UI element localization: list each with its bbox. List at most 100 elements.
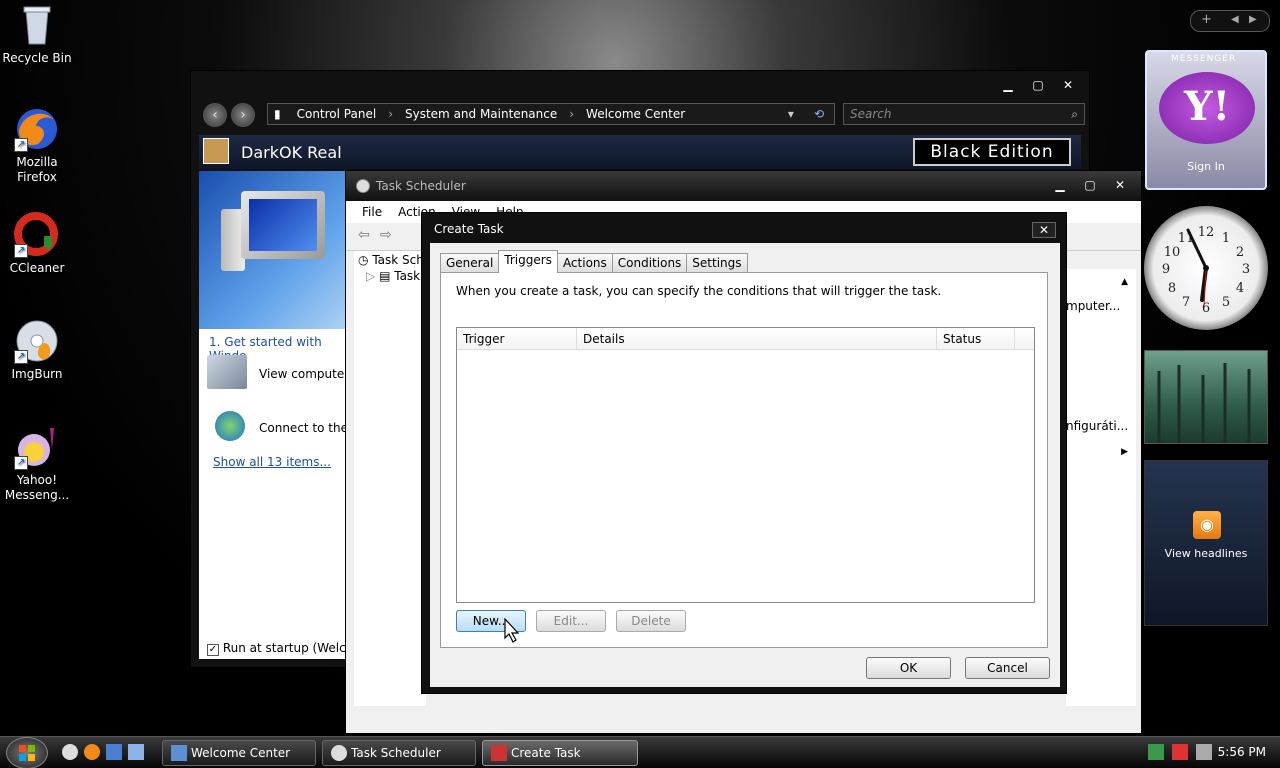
tab-actions[interactable]: Actions (556, 253, 613, 273)
triggers-description: When you create a task, you can specify … (456, 284, 942, 298)
actions-pane-item[interactable]: nfiguráti... (1066, 419, 1128, 433)
welcome-item-view-computer[interactable]: View computer d (207, 355, 361, 391)
column-details[interactable]: Details (577, 328, 937, 349)
close-button[interactable]: ✕ (1055, 77, 1081, 93)
breadcrumb[interactable]: ▮ Control Panel › System and Maintenance… (267, 103, 835, 125)
sign-in-link[interactable]: Sign In (1147, 160, 1265, 173)
tree-item-task-scheduler[interactable]: ◷ Task Sch (354, 251, 426, 267)
column-status[interactable]: Status (937, 328, 1015, 349)
desktop-icon-label: CCleaner (9, 261, 65, 275)
close-button[interactable]: ✕ (1107, 177, 1133, 193)
back-button[interactable]: ‹ (203, 103, 227, 127)
svg-text:5: 5 (1222, 295, 1230, 310)
search-input[interactable]: Search ⌕ (843, 103, 1085, 125)
clock-gadget[interactable]: 12 1 2 345 678 9 10 11 (1144, 206, 1268, 330)
desktop-icon-firefox[interactable]: ↗ Mozilla Firefox (0, 106, 74, 185)
show-desktop-icon[interactable] (106, 744, 122, 760)
edit-trigger-button[interactable]: Edit... (536, 610, 606, 632)
ok-button[interactable]: OK (866, 657, 951, 679)
tab-settings[interactable]: Settings (686, 253, 748, 273)
dialog-title: Create Task (434, 222, 504, 236)
tree-item-task-library[interactable]: ▷ ▤ Task (354, 267, 426, 283)
column-trigger[interactable]: Trigger (457, 328, 577, 349)
cancel-button[interactable]: Cancel (965, 657, 1050, 679)
create-task-dialog[interactable]: Create Task ✕ General Triggers Actions C… (421, 212, 1067, 694)
close-button[interactable]: ✕ (1032, 222, 1056, 238)
maximize-button[interactable]: ▢ (1077, 177, 1103, 193)
folder-icon (171, 745, 187, 761)
clock-time[interactable]: 5:56 PM (1218, 745, 1266, 759)
svg-text:4: 4 (1236, 281, 1244, 296)
start-button[interactable] (6, 737, 48, 768)
add-gadget-icon[interactable]: + (1201, 12, 1212, 27)
yahoo-messenger-gadget[interactable]: MESSENGER Y! Sign In (1145, 50, 1267, 190)
menu-file[interactable]: File (362, 205, 382, 219)
tab-conditions[interactable]: Conditions (611, 253, 688, 273)
window-controls: ▁ ▢ ✕ (1047, 177, 1133, 193)
desktop-icon-label: Yahoo! Messeng... (4, 473, 70, 502)
taskbar-button-task-scheduler[interactable]: Task Scheduler (322, 740, 476, 766)
submenu-arrow-icon[interactable]: ▶ (1121, 447, 1128, 457)
back-arrow-icon[interactable]: ⇦ (358, 227, 370, 243)
taskbar-button-create-task[interactable]: Create Task (482, 740, 638, 766)
chrome-icon[interactable] (62, 744, 78, 760)
maximize-button[interactable]: ▢ (1025, 77, 1051, 93)
system-tray (1148, 744, 1212, 760)
desktop-icon-yahoo-messenger[interactable]: ↗ Yahoo! Messeng... (0, 424, 74, 503)
svg-text:6: 6 (1202, 301, 1210, 316)
view-headlines-link[interactable]: View headlines (1145, 547, 1267, 560)
triggers-list[interactable]: Trigger Details Status (456, 327, 1035, 603)
recycle-bin-icon (14, 2, 60, 48)
task-scheduler-titlebar[interactable]: Task Scheduler ▁ ▢ ✕ (346, 171, 1141, 201)
desktop-icon-recycle-bin[interactable]: Recycle Bin (0, 2, 74, 66)
search-icon[interactable]: ⌕ (1071, 104, 1078, 124)
tab-general[interactable]: General (440, 253, 500, 273)
minimize-button[interactable]: ▁ (1047, 177, 1073, 193)
previous-icon[interactable]: ◀ (1231, 14, 1239, 25)
feed-headlines-gadget[interactable]: ◉ View headlines (1144, 460, 1268, 626)
svg-text:10: 10 (1164, 245, 1181, 260)
switch-windows-icon[interactable] (128, 744, 144, 760)
triggers-panel: When you create a task, you can specify … (440, 272, 1048, 648)
shortcut-arrow-icon: ↗ (14, 138, 28, 152)
clock-face-icon: 12 12 345 678 91011 (1162, 225, 1250, 316)
run-at-startup-checkbox[interactable]: ✓ Run at startup (Welcom (207, 641, 365, 656)
quick-launch (62, 744, 144, 760)
welcome-content: 1. Get started with Windo View computer … (199, 171, 365, 659)
desktop-icon-imgburn[interactable]: ↗ ImgBurn (0, 318, 74, 382)
scroll-up-icon[interactable]: ▲ (1121, 277, 1128, 287)
breadcrumb-control-panel[interactable]: Control Panel (287, 107, 387, 121)
slideshow-gadget[interactable] (1144, 350, 1268, 444)
svg-text:7: 7 (1182, 295, 1190, 310)
actions-pane: mputer... nfiguráti... ▲ ▶ (1066, 269, 1136, 706)
welcome-item-connect-internet[interactable]: Connect to the I (207, 409, 357, 445)
volume-muted-icon[interactable] (1196, 744, 1212, 760)
shortcut-arrow-icon: ↗ (14, 244, 28, 258)
firefox-icon[interactable] (84, 744, 100, 760)
taskbar-button-welcome-center[interactable]: Welcome Center (162, 740, 316, 766)
breadcrumb-welcome-center[interactable]: Welcome Center (576, 107, 695, 121)
delete-trigger-button[interactable]: Delete (616, 610, 686, 632)
refresh-icon[interactable]: ⟲ (804, 107, 834, 121)
desktop-icon-ccleaner[interactable]: ↗ CCleaner (0, 212, 74, 276)
actions-pane-item[interactable]: mputer... (1066, 299, 1120, 313)
network-icon[interactable] (1148, 744, 1164, 760)
connection-icon[interactable] (1172, 744, 1188, 760)
taskbar: Welcome Center Task Scheduler Create Tas… (0, 736, 1280, 768)
computer-icon (207, 355, 247, 389)
minimize-button[interactable]: ▁ (995, 77, 1021, 93)
clock-icon: ◷ (358, 253, 369, 267)
imgburn-icon: ↗ (14, 318, 60, 364)
yahoo-messenger-icon: ↗ (14, 424, 60, 470)
tab-triggers[interactable]: Triggers (498, 250, 558, 273)
clock-icon (356, 179, 370, 193)
windows-logo-icon (19, 745, 35, 761)
show-all-link[interactable]: Show all 13 items... (213, 455, 331, 469)
expand-arrow-icon[interactable]: ▷ (366, 269, 375, 283)
forward-button[interactable]: › (231, 103, 255, 127)
forward-arrow-icon[interactable]: ⇨ (380, 227, 392, 243)
navigation-tree: ◷ Task Sch ▷ ▤ Task (354, 251, 426, 706)
next-icon[interactable]: ▶ (1249, 14, 1257, 25)
breadcrumb-system-maintenance[interactable]: System and Maintenance (395, 107, 567, 121)
dropdown-chevron-icon[interactable]: ▾ (778, 107, 804, 121)
